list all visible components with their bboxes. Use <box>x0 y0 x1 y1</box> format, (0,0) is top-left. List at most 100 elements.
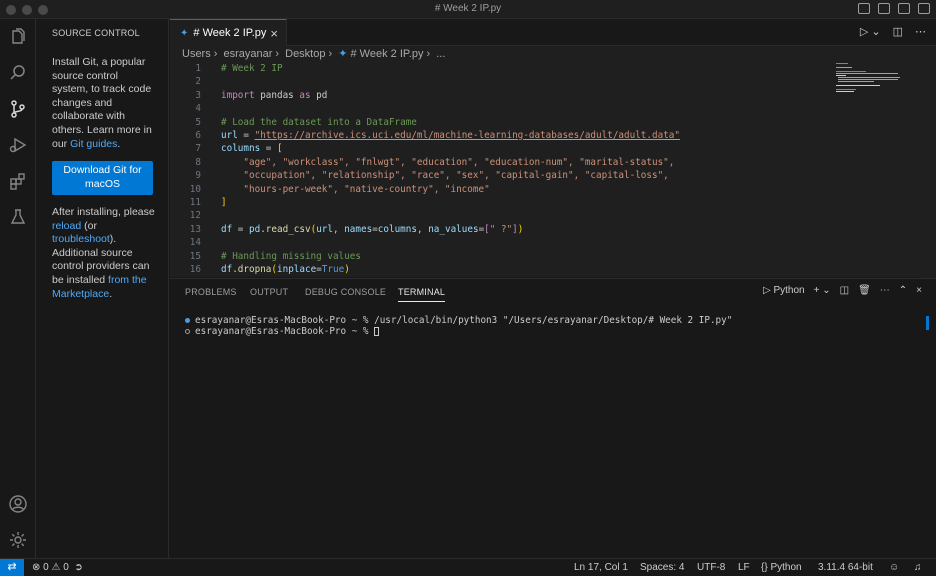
download-git-button[interactable]: Download Git for macOS <box>52 161 153 195</box>
customize-layout-icon[interactable] <box>918 3 930 14</box>
line-number: 5 <box>195 116 201 128</box>
tab-label: # Week 2 IP.py <box>193 27 267 39</box>
testing-icon[interactable] <box>6 205 30 229</box>
code-editor[interactable]: 1 # Week 2 IP 2 3 import pandas as pd 4 5 #… <box>170 62 920 277</box>
install-git-message: Install Git, a popular source control sy… <box>52 56 156 151</box>
cursor-position[interactable]: Ln 17, Col 1 <box>574 562 628 573</box>
sidebar-header: SOURCE CONTROL <box>52 28 140 38</box>
breadcrumb-item-desktop[interactable]: Desktop <box>285 48 325 60</box>
extensions-icon[interactable] <box>6 169 30 193</box>
manage-gear-icon[interactable] <box>6 528 30 552</box>
troubleshoot-link[interactable]: troubleshoot <box>52 233 110 245</box>
line-number: 12 <box>189 210 201 222</box>
code-line-16: df.dropna(inplace=True) <box>221 264 350 275</box>
code-line-1: # Week 2 IP <box>221 63 283 74</box>
code-line-5: # Load the dataset into a DataFrame <box>221 116 417 128</box>
split-terminal-icon[interactable]: ◫ <box>840 285 849 296</box>
close-tab-icon[interactable]: × <box>270 26 278 41</box>
tab-week-2-ip[interactable]: ✦ # Week 2 IP.py × <box>170 19 287 46</box>
breadcrumb-item-file[interactable]: # Week 2 IP.py <box>351 48 424 60</box>
toggle-secondary-sidebar-icon[interactable] <box>898 3 910 14</box>
reload-link[interactable]: reload <box>52 220 81 232</box>
more-actions-icon[interactable]: ⋯ <box>915 25 926 38</box>
line-number: 10 <box>189 183 201 195</box>
notifications-bell-icon[interactable]: ♫ <box>914 562 922 573</box>
title-bar: # Week 2 IP.py <box>0 0 936 19</box>
command-success-icon <box>185 318 190 323</box>
dataset-url-link[interactable]: "https://archive.ics.uci.edu/ml/machine-… <box>255 130 680 141</box>
terminal-line-1: esrayanar@Esras-MacBook-Pro ~ % /usr/loc… <box>185 315 732 326</box>
breadcrumb-item-esrayanar[interactable]: esrayanar <box>223 48 272 60</box>
python-file-icon: ✦ <box>338 48 348 60</box>
terminal-profile-button[interactable]: ▷ Python <box>763 285 805 296</box>
intro-end: . <box>117 137 121 150</box>
command-pending-icon <box>185 329 190 334</box>
line-number: 3 <box>195 89 201 101</box>
git-guides-link[interactable]: Git guides <box>70 138 117 150</box>
feedback-icon[interactable]: ☺ <box>889 562 899 573</box>
breadcrumb-item-users[interactable]: Users <box>182 48 211 60</box>
run-python-file-icon[interactable]: ▷ ⌄ <box>860 25 881 38</box>
new-terminal-icon[interactable]: + ⌄ <box>814 285 831 296</box>
toggle-primary-sidebar-icon[interactable] <box>858 3 870 14</box>
python-file-icon: ✦ <box>180 27 189 39</box>
indentation-status[interactable]: Spaces: 4 <box>640 562 684 573</box>
status-bar: ⇄ ⊗ 0 ⚠ 0 ➲ Ln 17, Col 1 Spaces: 4 UTF-8… <box>0 558 936 576</box>
code-line-3: import pandas as pd <box>221 89 328 101</box>
braces-icon: {} <box>761 562 768 573</box>
source-control-sidebar: SOURCE CONTROL Install Git, a popular so… <box>36 19 169 558</box>
python-interpreter[interactable]: 3.11.4 64-bit <box>818 562 873 573</box>
source-control-icon[interactable] <box>6 97 30 121</box>
remote-indicator-icon[interactable]: ⇄ <box>0 559 24 576</box>
maximize-panel-icon[interactable]: ⌃ <box>899 285 907 296</box>
toggle-panel-icon[interactable] <box>878 3 890 14</box>
breadcrumb: Users › esrayanar › Desktop › ✦ # Week 2 IP… <box>182 48 446 60</box>
problems-status[interactable]: ⊗ 0 ⚠ 0 ➲ <box>32 562 83 573</box>
activity-bar <box>0 19 36 558</box>
after-text-1: After installing, please <box>52 206 155 218</box>
line-number: 6 <box>195 130 201 141</box>
code-line-10: "hours-per-week", "native-country", "inc… <box>221 183 490 195</box>
after-install-message: After installing, please reload (or trou… <box>52 206 156 301</box>
bottom-panel: PROBLEMS OUTPUT DEBUG CONSOLE TERMINAL ▷… <box>170 278 936 558</box>
more-actions-icon[interactable]: ⋯ <box>880 285 890 296</box>
search-icon[interactable] <box>6 61 30 85</box>
line-number: 2 <box>195 76 201 88</box>
after-text-2: (or <box>81 219 97 232</box>
language-mode[interactable]: {} Python <box>761 562 802 573</box>
code-line-9: "occupation", "relationship", "race", "s… <box>221 170 669 182</box>
tab-debug-console[interactable]: DEBUG CONSOLE <box>305 287 386 297</box>
tab-output[interactable]: OUTPUT <box>250 287 288 297</box>
code-line-6: url = "https://archive.ics.uci.edu/ml/ma… <box>221 130 680 141</box>
window-title: # Week 2 IP.py <box>434 3 502 14</box>
split-editor-icon[interactable]: ◫ <box>893 25 903 38</box>
code-line-11: ] <box>221 197 227 208</box>
eol-status[interactable]: LF <box>738 562 750 573</box>
code-line-15: # Handling missing values <box>221 250 361 262</box>
line-number: 14 <box>189 237 201 249</box>
code-line-8: "age", "workclass", "fnlwgt", "education… <box>221 156 675 168</box>
line-number: 7 <box>195 143 201 155</box>
terminal-icon: ▷ <box>762 285 771 296</box>
terminal-line-2[interactable]: esrayanar@Esras-MacBook-Pro ~ % <box>185 326 380 337</box>
editor-tab-bar: ✦ # Week 2 IP.py × ▷ ⌄ ◫ ⋯ <box>170 19 936 46</box>
explorer-icon[interactable] <box>6 25 30 49</box>
line-number: 8 <box>195 156 201 168</box>
line-number: 1 <box>195 63 201 74</box>
terminal-profile-label: Python <box>773 285 805 296</box>
tab-problems[interactable]: PROBLEMS <box>185 287 237 297</box>
line-number: 4 <box>195 103 201 115</box>
breadcrumb-item-symbols[interactable]: ... <box>436 48 445 60</box>
editor-scrollbar[interactable] <box>920 46 936 278</box>
minimap[interactable] <box>836 62 916 102</box>
kill-terminal-icon[interactable]: 🗑 <box>858 285 871 296</box>
run-debug-icon[interactable] <box>6 133 30 157</box>
encoding-status[interactable]: UTF-8 <box>697 562 725 573</box>
code-line-7: columns = [ <box>221 143 283 155</box>
terminal-scroll-indicator <box>926 316 929 330</box>
tab-terminal[interactable]: TERMINAL <box>398 287 446 302</box>
account-icon[interactable] <box>6 492 30 516</box>
line-number: 13 <box>189 223 201 235</box>
close-panel-icon[interactable]: × <box>916 285 922 296</box>
intro-text: Install Git, a popular source control sy… <box>52 56 152 150</box>
